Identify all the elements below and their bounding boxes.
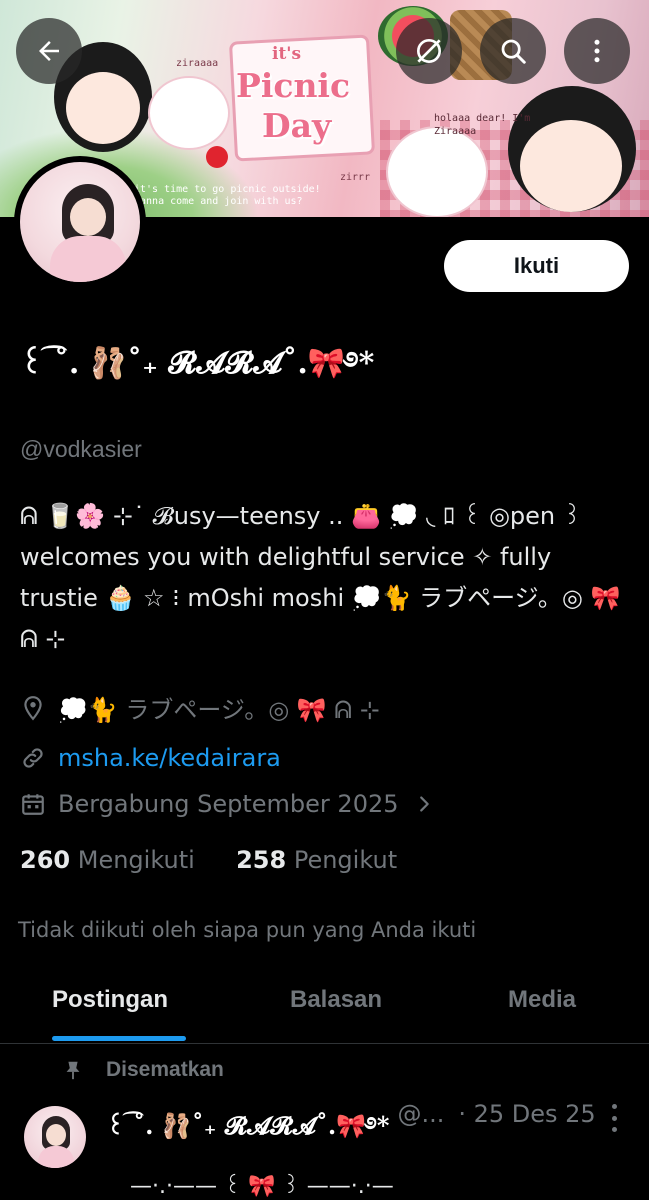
post-author-handle[interactable]: @...	[397, 1100, 444, 1167]
mute-button[interactable]	[396, 18, 462, 84]
back-button[interactable]	[16, 18, 82, 84]
not-followed-notice: Tidak diikuti oleh siapa pun yang Anda i…	[18, 918, 477, 942]
banner-tag-b: zirrr	[340, 172, 371, 183]
pinned-label-row: Disematkan	[62, 1058, 224, 1082]
post-author-avatar[interactable]	[24, 1106, 86, 1168]
location-text: 💭🐈 ラブページ。◎ 🎀 ᕱ ⊹	[58, 696, 380, 724]
circle-slash-icon	[417, 39, 441, 63]
avatar-body	[50, 236, 126, 282]
follow-counts: 260 Mengikuti 258 Pengikut	[20, 846, 397, 874]
pin-icon	[66, 1061, 80, 1080]
post-body-text: —·.·—— ꒰ 🎀 ꒱ ——·.·—	[130, 1174, 394, 1199]
chevron-right-icon	[419, 796, 429, 812]
profile-tabs: Postingan Balasan Media	[0, 966, 649, 1044]
more-vertical-icon	[594, 39, 600, 63]
banner-caption-left: it's time to go picnic outside! wanna co…	[134, 184, 321, 207]
search-icon	[501, 39, 526, 64]
tab-postingan[interactable]: Postingan	[52, 986, 168, 1014]
profile-avatar[interactable]	[20, 162, 140, 282]
pinned-label: Disematkan	[106, 1058, 224, 1081]
website-row: msha.ke/kedairara	[20, 744, 281, 772]
link-icon	[23, 748, 43, 768]
avatar-face	[70, 198, 106, 236]
location-pin-icon	[24, 695, 42, 720]
banner-tag-a: ziraaaa	[176, 58, 219, 69]
following-label: Mengikuti	[77, 846, 195, 874]
website-link[interactable]: msha.ke/kedairara	[58, 744, 281, 772]
post-date[interactable]: · 25 Des 25	[458, 1100, 595, 1167]
post-avatar-face	[46, 1124, 66, 1146]
post-more-dot	[611, 1115, 617, 1121]
tab-balasan[interactable]: Balasan	[290, 986, 382, 1014]
banner-cat-right	[388, 128, 486, 216]
follow-button[interactable]: Ikuti	[444, 240, 629, 292]
post-header: ꒰ ͡˚. 🩰˚₊ 𝓡𝓐𝓡𝓐˚.🎀࿔* @... · 25 Des 25	[106, 1100, 596, 1167]
arrow-left-icon	[39, 41, 59, 61]
calendar-icon	[22, 794, 44, 815]
banner-cat-left	[150, 78, 228, 148]
followers-label: Pengikut	[293, 846, 398, 874]
post-more-button[interactable]	[604, 1104, 624, 1132]
joined-row[interactable]: Bergabung September 2025	[20, 790, 435, 818]
apple-illustration	[206, 146, 228, 168]
banner-its-text: it's	[272, 44, 302, 64]
banner-caption-right: holaaa dear! I'm Ziraaaa	[434, 113, 531, 137]
followers-link[interactable]: 258 Pengikut	[236, 846, 397, 874]
post-avatar-body	[38, 1146, 74, 1168]
tab-media[interactable]: Media	[508, 986, 576, 1014]
user-handle: @vodkasier	[20, 436, 142, 462]
profile-bio: ᕱ 🥛🌸 ⊹˙ 𝓑usy—teensy .. 👛 💭 ◟ ﾛ ꒰ ◎pen ꒱ …	[20, 502, 621, 653]
post-more-dot	[611, 1104, 617, 1109]
joined-date: Bergabung September 2025	[58, 790, 399, 818]
post-author-name[interactable]: ꒰ ͡˚. 🩰˚₊ 𝓡𝓐𝓡𝓐˚.🎀࿔*	[106, 1100, 389, 1167]
banner-girl-left-face	[66, 72, 140, 144]
search-button[interactable]	[480, 18, 546, 84]
banner-picnic-text: Picnic	[236, 66, 351, 105]
location-row: 💭🐈 ラブページ。◎ 🎀 ᕱ ⊹	[20, 690, 380, 725]
post-more-dot	[611, 1127, 617, 1132]
banner-day-text: Day	[262, 106, 332, 145]
following-link[interactable]: 260 Mengikuti	[20, 846, 202, 874]
more-options-button[interactable]	[564, 18, 630, 84]
active-tab-indicator	[52, 1036, 186, 1041]
following-count: 260	[20, 846, 71, 874]
followers-count: 258	[236, 846, 287, 874]
display-name: ꒰ ͡˚. 🩰˚₊ 𝓡𝓐𝓡𝓐˚.🎀࿔*	[20, 346, 375, 381]
